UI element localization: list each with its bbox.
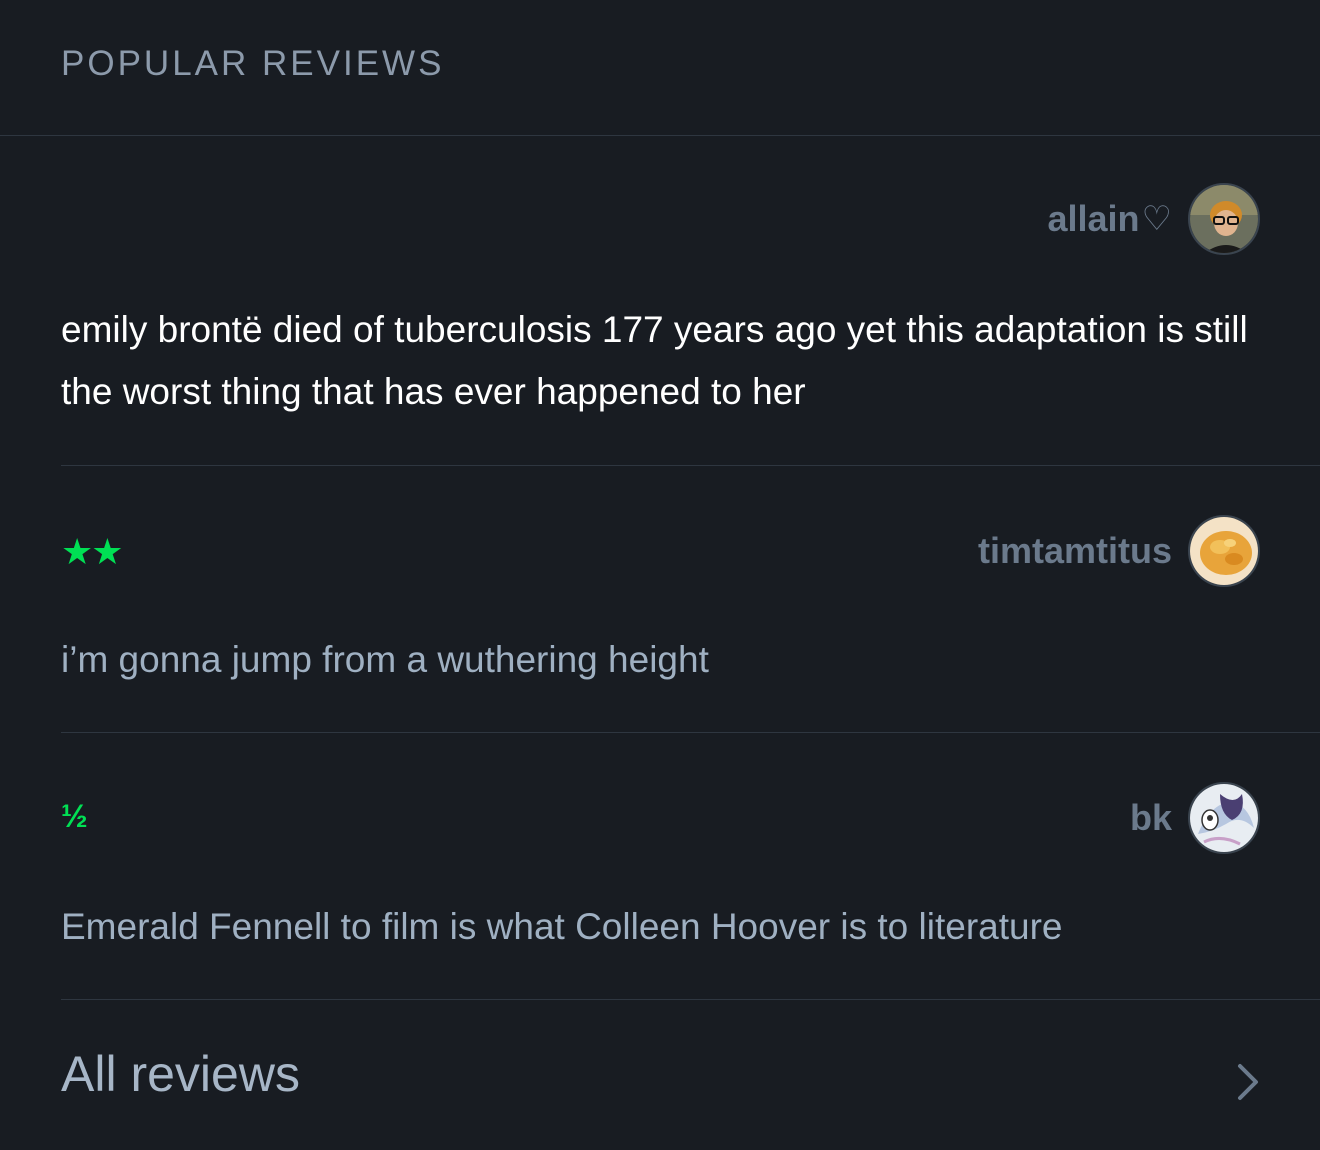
review-text[interactable]: Emerald Fennell to film is what Colleen …: [61, 896, 1261, 958]
review-author[interactable]: allain ♡: [1047, 183, 1260, 255]
review-author[interactable]: timtamtitus: [978, 515, 1260, 587]
avatar[interactable]: [1188, 782, 1260, 854]
popular-reviews-panel: POPULAR REVIEWS allain ♡ emily brontë di…: [0, 0, 1320, 1150]
header-divider: [0, 135, 1320, 136]
author-name[interactable]: bk: [1130, 797, 1172, 839]
avatar[interactable]: [1188, 183, 1260, 255]
review-text[interactable]: i’m gonna jump from a wuthering height: [61, 629, 1261, 691]
heart-icon: ♡: [1141, 200, 1172, 238]
all-reviews-link[interactable]: All reviews: [61, 1045, 300, 1103]
review-item[interactable]: ½ bk Emerald Fennell to film is what Col…: [61, 772, 1320, 999]
chevron-right-icon[interactable]: [1236, 1062, 1260, 1102]
author-name[interactable]: allain: [1047, 198, 1139, 240]
star-rating: ★★: [61, 531, 124, 573]
review-divider: [61, 732, 1320, 733]
section-title: POPULAR REVIEWS: [61, 44, 445, 83]
review-item[interactable]: ★★ timtamtitus i’m gonna jump from a wut…: [61, 505, 1320, 732]
review-item[interactable]: allain ♡ emily brontë died of tuberculos…: [61, 175, 1320, 465]
star-icon: ★★: [61, 531, 124, 572]
half-star-icon: ½: [61, 798, 88, 834]
review-divider: [61, 999, 1320, 1000]
review-author[interactable]: bk: [1130, 782, 1260, 854]
review-text[interactable]: emily brontë died of tuberculosis 177 ye…: [61, 299, 1261, 423]
star-rating: ½: [61, 798, 88, 835]
author-name[interactable]: timtamtitus: [978, 530, 1172, 572]
avatar[interactable]: [1188, 515, 1260, 587]
review-divider: [61, 465, 1320, 466]
